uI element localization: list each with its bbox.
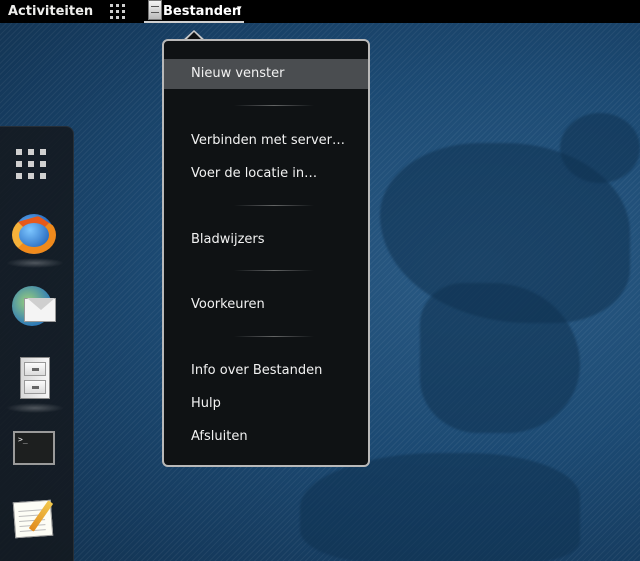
menu-separator <box>234 105 314 106</box>
menu-item-quit[interactable]: Afsluiten <box>164 422 368 452</box>
activities-button[interactable]: Activiteiten <box>8 4 93 19</box>
chevron-down-icon: ▾ <box>237 4 242 14</box>
app-menu-label: Bestanden <box>163 4 242 19</box>
mail-icon[interactable] <box>10 284 58 332</box>
menu-separator <box>234 336 314 337</box>
menu-item-enter-location[interactable]: Voer de locatie in… <box>164 159 368 189</box>
envelope-icon <box>24 298 56 322</box>
top-bar: Activiteiten Bestanden ▾ <box>0 0 640 23</box>
file-cabinet-icon <box>148 0 162 20</box>
menu-item-about[interactable]: Info over Bestanden <box>164 356 368 386</box>
text-editor-icon[interactable] <box>10 495 58 543</box>
terminal-icon[interactable]: >_ <box>10 425 58 473</box>
menu-item-preferences[interactable]: Voorkeuren <box>164 290 368 320</box>
firefox-icon[interactable] <box>10 210 58 258</box>
app-menu-active-indicator <box>144 21 244 23</box>
running-indicator <box>6 258 64 268</box>
app-menu-popup: Nieuw venster Verbinden met server… Voer… <box>162 39 370 467</box>
cabinet-body <box>20 357 50 399</box>
menu-separator <box>234 205 314 206</box>
cabinet-drawer <box>24 380 46 394</box>
menu-item-new-window[interactable]: Nieuw venster <box>164 59 368 89</box>
menu-separator <box>234 270 314 271</box>
dash: >_ <box>0 126 74 561</box>
show-apps-icon[interactable] <box>16 149 50 183</box>
cabinet-drawer <box>24 362 46 376</box>
menu-item-connect-server[interactable]: Verbinden met server… <box>164 126 368 156</box>
map-landmass <box>300 453 580 561</box>
file-cabinet-icon[interactable] <box>10 355 58 403</box>
apps-grid-icon[interactable] <box>110 4 126 20</box>
map-landmass <box>560 113 640 183</box>
terminal-screen: >_ <box>13 431 55 465</box>
running-indicator <box>6 403 64 413</box>
menu-item-help[interactable]: Hulp <box>164 389 368 419</box>
app-menu-button[interactable]: Bestanden ▾ <box>144 0 244 23</box>
menu-item-bookmarks[interactable]: Bladwijzers <box>164 225 368 255</box>
